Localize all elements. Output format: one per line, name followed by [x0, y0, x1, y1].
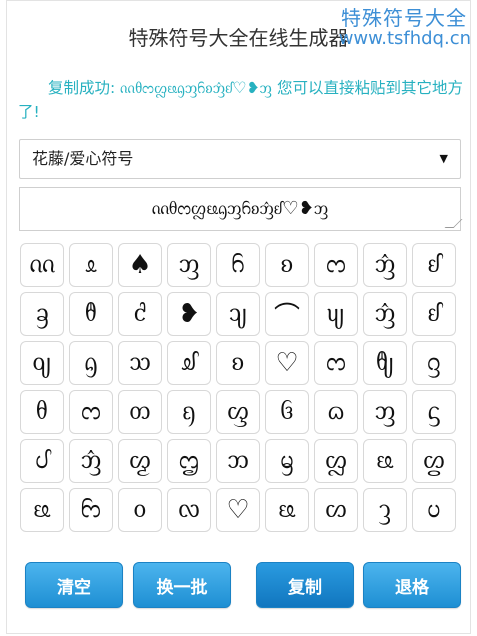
symbol-output-value: ᦶᦲᦂᦜᦕᦇᦀᦆᦈᦁᦊ♡❥ᦀ [151, 198, 329, 219]
symbol-cell[interactable]: ᦼ [314, 292, 358, 336]
backspace-button[interactable]: 退格 [363, 562, 461, 608]
category-select[interactable]: 花藤/爱心符号 ▼ [19, 139, 461, 179]
symbol-cell[interactable]: ᦉ [118, 341, 162, 385]
symbol-grid: ᦶ ᦸ ♠ ᦀ ᦆ ᦈ ᦂ ᦁ ᦊ ᦃ ᦹ ᦺ ❥ ᦻ ⌒ ᦼ ᦁ ᦊ ᦽ ᦇ ᦉ ᦾ ᦈ ♡ ᦂ ᦿ ᦋ ᦲ ᦂ ᦎ ᦏ ᦐ ᦑ ᦒ ᦀ ᦓ ᦔ ᦁ ᦖ ᦗ… [20, 243, 462, 532]
symbol-cell[interactable]: ᦖ [118, 439, 162, 483]
symbol-cell[interactable]: ᦕ [363, 439, 407, 483]
symbol-cell[interactable]: ᦇ [69, 341, 113, 385]
symbol-cell[interactable]: ᦁ [363, 243, 407, 287]
symbol-cell[interactable]: ᦾ [167, 341, 211, 385]
symbol-cell[interactable]: ᦶ [20, 243, 64, 287]
symbol-cell[interactable]: ᦽ [20, 341, 64, 385]
symbol-cell[interactable]: ♡ [265, 341, 309, 385]
symbol-cell[interactable]: ♠ [118, 243, 162, 287]
symbol-cell[interactable]: ᦎ [118, 390, 162, 434]
symbol-cell[interactable]: ♡ [216, 488, 260, 532]
resize-handle-icon[interactable] [444, 219, 463, 228]
symbol-cell[interactable]: ᦕ [265, 488, 309, 532]
symbol-cell[interactable]: ᦸ [69, 243, 113, 287]
symbol-cell[interactable]: ᦈ [216, 341, 260, 385]
symbol-cell[interactable]: ᦀ [363, 390, 407, 434]
symbol-cell[interactable]: ᦻ [216, 292, 260, 336]
symbol-cell[interactable]: ᦆ [216, 243, 260, 287]
symbol-cell[interactable]: ᦔ [20, 439, 64, 483]
symbol-cell[interactable]: ᦏ [167, 390, 211, 434]
symbol-cell[interactable]: ᦜ [314, 439, 358, 483]
symbol-cell[interactable]: ᦒ [314, 390, 358, 434]
symbol-cell[interactable]: ᦑ [265, 390, 309, 434]
symbol-cell[interactable]: ᦿ [363, 341, 407, 385]
symbol-cell[interactable]: ⌒ [265, 292, 309, 336]
symbol-cell[interactable]: ᦙ [265, 439, 309, 483]
symbol-cell[interactable]: ᦈ [265, 243, 309, 287]
symbol-cell[interactable]: ᦁ [69, 439, 113, 483]
symbol-cell[interactable]: ᦁ [363, 292, 407, 336]
symbol-cell[interactable]: ᦗ [167, 439, 211, 483]
symbol-cell[interactable]: ᦀ [167, 243, 211, 287]
symbol-cell[interactable]: ᦺ [118, 292, 162, 336]
symbol-cell[interactable]: ᦲ [20, 390, 64, 434]
symbol-cell[interactable]: ᦕ [20, 488, 64, 532]
symbol-cell[interactable]: ᦹ [69, 292, 113, 336]
refresh-batch-button[interactable]: 换一批 [133, 562, 231, 608]
category-select-value: 花藤/爱心符号 [32, 149, 134, 168]
copy-success-message: 复制成功: ᦶᦲᦂᦜᦕᦇᦀᦆᦈᦁᦊ♡❥ᦀ 您可以直接粘贴到其它地方了! [18, 79, 463, 121]
symbol-cell[interactable]: ᦓ [412, 390, 456, 434]
symbol-cell[interactable]: ᦐ [216, 390, 260, 434]
watermark-url: www.tsfhdq.cn [338, 28, 471, 49]
symbol-cell[interactable]: ᦊ [412, 292, 456, 336]
symbol-cell[interactable]: ᦡ [363, 488, 407, 532]
symbol-cell[interactable]: ᦛ [412, 439, 456, 483]
symbol-cell[interactable]: ᦢ [412, 488, 456, 532]
symbol-cell[interactable]: ❥ [167, 292, 211, 336]
symbol-cell[interactable]: ᦊ [412, 243, 456, 287]
symbol-cell[interactable]: ᦞ [118, 488, 162, 532]
symbol-cell[interactable]: ᦋ [412, 341, 456, 385]
chevron-down-icon: ▼ [439, 152, 448, 165]
watermark-title: 特殊符号大全 [341, 6, 467, 30]
symbol-cell[interactable]: ᦘ [216, 439, 260, 483]
symbol-cell[interactable]: ᦂ [314, 341, 358, 385]
clear-button[interactable]: 清空 [25, 562, 123, 608]
symbol-output-field[interactable]: ᦶᦲᦂᦜᦕᦇᦀᦆᦈᦁᦊ♡❥ᦀ [19, 187, 463, 231]
symbol-cell[interactable]: ᦠ [314, 488, 358, 532]
symbol-cell[interactable]: ᦂ [314, 243, 358, 287]
symbol-cell[interactable]: ᦝ [69, 488, 113, 532]
symbol-cell[interactable]: ᦃ [20, 292, 64, 336]
symbol-cell[interactable]: ᦟ [167, 488, 211, 532]
symbol-cell[interactable]: ᦂ [69, 390, 113, 434]
copy-button[interactable]: 复制 [256, 562, 354, 608]
